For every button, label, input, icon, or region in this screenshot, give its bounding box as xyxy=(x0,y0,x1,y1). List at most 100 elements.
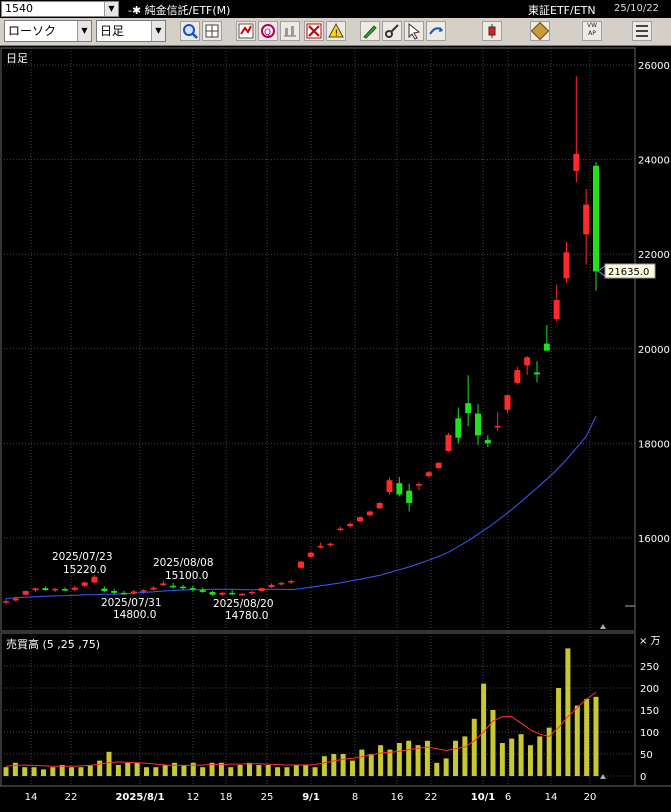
volume-bar xyxy=(415,745,421,776)
x-tick-label: 25 xyxy=(261,792,274,803)
candle-body xyxy=(543,343,550,351)
candle-body xyxy=(347,523,354,527)
candle-body xyxy=(42,588,49,591)
volume-bar xyxy=(584,699,590,776)
volume-bar xyxy=(40,769,46,776)
svg-text:Q: Q xyxy=(264,28,271,38)
candle-icon[interactable] xyxy=(482,21,502,41)
volume-bar xyxy=(143,767,149,776)
symbol-dropdown-icon[interactable]: ▼ xyxy=(104,2,118,16)
candle-body xyxy=(307,552,314,557)
tool-icon[interactable] xyxy=(382,21,402,41)
volume-bar xyxy=(527,745,533,776)
x-tick-label: 20 xyxy=(584,792,597,803)
volume-bar xyxy=(574,705,580,776)
volume-bar xyxy=(162,765,168,776)
candle-body xyxy=(52,588,59,591)
grid-icon[interactable] xyxy=(304,21,324,41)
candle-body xyxy=(583,204,590,235)
x-tick-label: 6 xyxy=(505,792,511,803)
line-icon[interactable] xyxy=(426,21,446,41)
candle-body xyxy=(376,502,383,509)
volume-bar xyxy=(237,765,243,776)
volume-bar xyxy=(153,767,159,776)
volume-bar xyxy=(537,736,543,776)
scroll-up-icon xyxy=(600,774,606,779)
pattern-icon[interactable] xyxy=(530,21,550,41)
x-tick-label: 22 xyxy=(425,792,438,803)
period-select[interactable]: 日足 ▼ xyxy=(96,20,166,42)
chart-style-select[interactable]: ローソク ▼ xyxy=(4,20,92,42)
pen-icon[interactable] xyxy=(360,21,380,41)
candle-body xyxy=(248,591,255,594)
volume-bar xyxy=(22,767,28,776)
candle-body xyxy=(258,588,265,591)
trend-icon[interactable] xyxy=(236,21,256,41)
candle-body xyxy=(406,490,413,503)
candle-body xyxy=(3,601,9,603)
x-tick-label: 16 xyxy=(391,792,404,803)
alert-icon[interactable]: ! xyxy=(326,21,346,41)
symbol-input[interactable]: 1540 ▼ xyxy=(1,1,119,17)
volume-bar xyxy=(3,767,9,776)
x-tick-label: 12 xyxy=(187,792,200,803)
compare-icon[interactable] xyxy=(280,21,300,41)
main-pane-border xyxy=(0,47,636,632)
candle-body xyxy=(475,413,481,436)
symbol-code: 1540 xyxy=(5,2,33,15)
candle-body xyxy=(91,576,98,583)
vwap-icon[interactable]: VW AP xyxy=(582,21,602,41)
candle-body xyxy=(288,581,295,583)
annotation-date: 2025/08/20 xyxy=(213,598,274,610)
candle-body xyxy=(199,590,206,592)
cursor-icon[interactable] xyxy=(404,21,424,41)
candle-body xyxy=(81,582,88,586)
volume-bar xyxy=(593,696,599,776)
annotation-date: 2025/07/23 xyxy=(52,551,113,563)
layout-icon[interactable] xyxy=(202,21,222,41)
settings-icon[interactable] xyxy=(632,21,652,41)
candle-body xyxy=(593,165,599,272)
candle-body xyxy=(219,592,226,595)
candle-body xyxy=(416,484,422,486)
candle-body xyxy=(425,472,432,477)
toolbar: ローソク ▼ 日足 ▼ Q ! VW AP xyxy=(0,18,671,46)
volume-bar xyxy=(359,749,365,776)
candle-body xyxy=(239,593,245,596)
volume-bar xyxy=(12,762,18,776)
candle-body xyxy=(62,589,68,591)
candle-body xyxy=(317,546,324,548)
volume-bar xyxy=(518,734,524,776)
candle-body xyxy=(140,590,147,592)
volume-y-tick-label: 0 xyxy=(640,772,646,783)
candle-body xyxy=(524,357,531,366)
volume-bar xyxy=(125,762,131,776)
y-tick-label: 24000 xyxy=(638,156,670,167)
volume-y-tick-label: 100 xyxy=(640,728,659,739)
annotation-price: 15220.0 xyxy=(63,564,106,576)
chevron-down-icon[interactable]: ▼ xyxy=(151,21,165,41)
volume-bar xyxy=(228,767,234,776)
candle-body xyxy=(337,528,344,531)
volume-bar xyxy=(181,765,187,776)
candle-body xyxy=(484,440,491,444)
chevron-down-icon[interactable]: ▼ xyxy=(77,21,91,41)
volume-bar xyxy=(50,767,56,776)
annotation-price: 14780.0 xyxy=(225,610,268,622)
candle-body xyxy=(357,517,363,522)
annotation-date: 2025/08/08 xyxy=(153,557,214,569)
volume-bar xyxy=(106,751,112,776)
volume-bar xyxy=(331,754,337,776)
candle-body xyxy=(22,590,29,595)
volume-bar xyxy=(87,765,93,776)
annotation-date: 2025/07/31 xyxy=(101,597,162,609)
scroll-up-icon xyxy=(600,624,606,629)
x-tick-label: 14 xyxy=(25,792,38,803)
volume-bar xyxy=(378,745,384,776)
y-tick-label: 16000 xyxy=(638,534,670,545)
search-chart-icon[interactable]: Q xyxy=(258,21,278,41)
x-tick-label: 18 xyxy=(220,792,233,803)
candle-body xyxy=(160,583,167,586)
zoom-icon[interactable] xyxy=(180,21,200,41)
chart-area[interactable]: 14 22 2025/8/1 12 18 25 9/1 8 16 22 10/1 6 14 20 16000… xyxy=(0,46,671,812)
